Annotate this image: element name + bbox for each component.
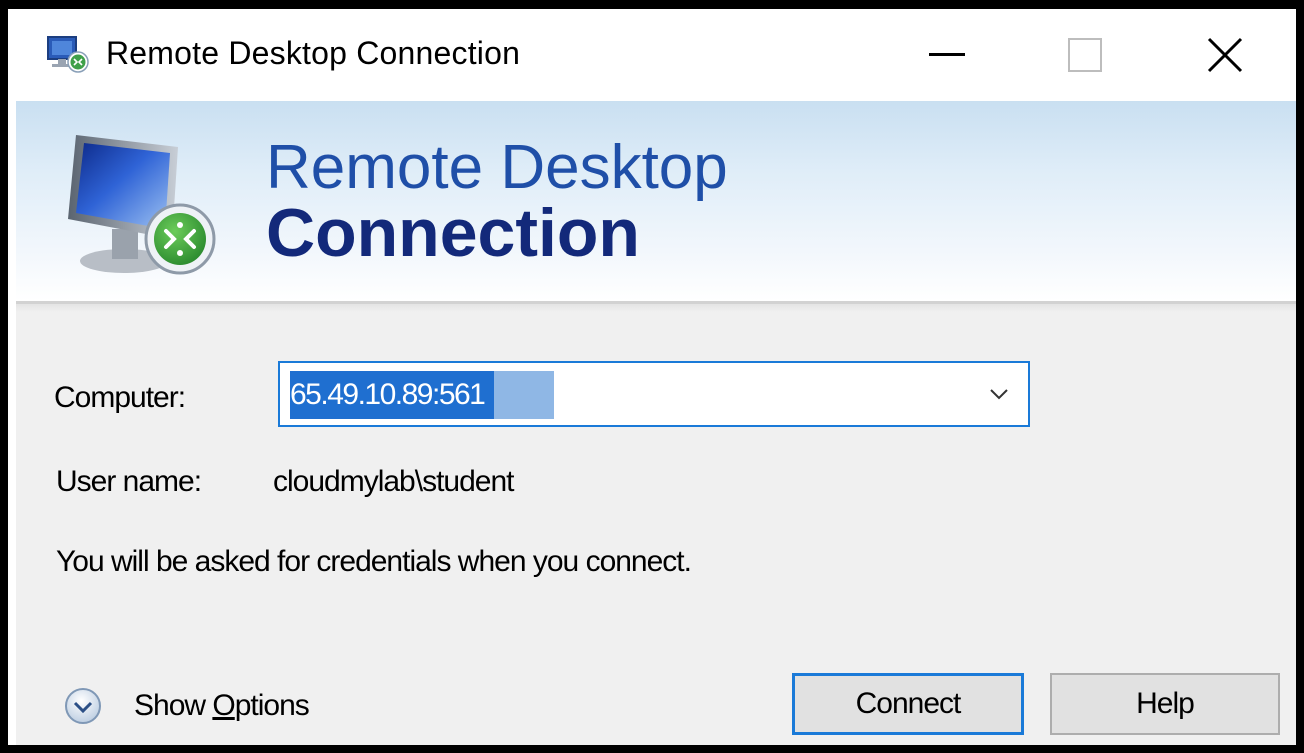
expand-circle-icon bbox=[65, 688, 101, 724]
user-name-label: User name: bbox=[56, 465, 202, 498]
title-bar[interactable]: Remote Desktop Connection bbox=[16, 9, 1296, 101]
show-options-label: Show Options bbox=[134, 689, 310, 722]
computer-label: Computer: bbox=[54, 381, 186, 414]
help-button[interactable]: Help bbox=[1050, 673, 1280, 735]
user-name-value: cloudmylab\student bbox=[273, 465, 514, 498]
connect-button[interactable]: Connect bbox=[792, 673, 1024, 735]
monitor-connection-icon bbox=[68, 135, 216, 275]
maximize-icon bbox=[1068, 38, 1102, 72]
close-icon bbox=[1207, 37, 1243, 73]
banner-title-line-2: Connection bbox=[266, 195, 640, 271]
show-options-button[interactable]: Show Options bbox=[58, 681, 358, 731]
computer-input[interactable]: 65.49.10.89:561 bbox=[290, 371, 555, 419]
banner-title-line-1: Remote Desktop bbox=[266, 133, 728, 202]
rdc-window: Remote Desktop Connection Remote Desktop… bbox=[16, 9, 1296, 745]
screenshot-frame: Remote Desktop Connection Remote Desktop… bbox=[4, 5, 1300, 749]
window-title: Remote Desktop Connection bbox=[106, 35, 521, 71]
remote-desktop-icon bbox=[47, 36, 89, 73]
credentials-info-text: You will be asked for credentials when y… bbox=[56, 545, 692, 578]
maximize-button[interactable] bbox=[1016, 9, 1154, 101]
close-button[interactable] bbox=[1156, 9, 1294, 101]
minimize-icon bbox=[929, 53, 965, 56]
banner-shadow bbox=[16, 304, 1296, 312]
computer-combobox[interactable]: 65.49.10.89:561 bbox=[278, 361, 1030, 427]
minimize-button[interactable] bbox=[878, 9, 1016, 101]
chevron-down-icon[interactable] bbox=[986, 381, 1012, 407]
